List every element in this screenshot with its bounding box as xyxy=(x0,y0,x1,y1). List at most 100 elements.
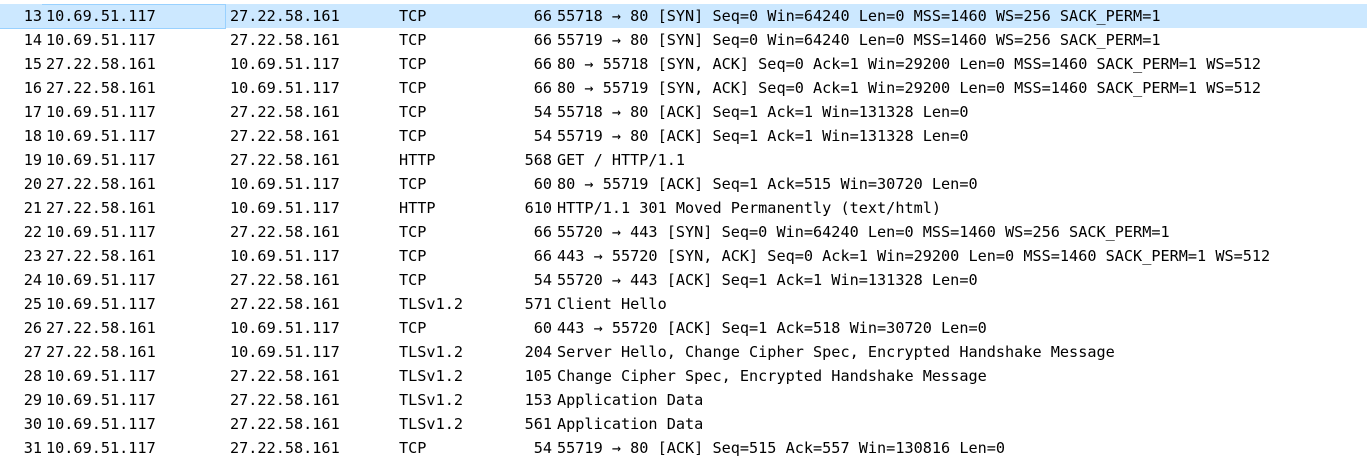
packet-row[interactable]: 28 10.69.51.117 27.22.58.161 TLSv1.2 105 Chan… xyxy=(0,364,1367,388)
packet-destination: 27.22.58.161 xyxy=(230,295,340,313)
packet-info: 80 → 55719 [SYN, ACK] Seq=0 Ack=1 Win=29… xyxy=(557,79,1262,97)
packet-destination: 10.69.51.117 xyxy=(230,319,340,337)
packet-number: 31 xyxy=(23,439,42,457)
packet-info: 55719 → 80 [ACK] Seq=515 Ack=557 Win=130… xyxy=(557,439,1006,457)
packet-source: 10.69.51.117 xyxy=(46,271,156,289)
packet-length: 568 xyxy=(524,151,552,169)
packet-row[interactable]: 29 10.69.51.117 27.22.58.161 TLSv1.2 153 Appl… xyxy=(0,388,1367,412)
packet-row[interactable]: 21 27.22.58.161 10.69.51.117 HTTP 610 HTTP/1.… xyxy=(0,196,1367,220)
packet-length: 60 xyxy=(533,319,552,337)
packet-source: 10.69.51.117 xyxy=(46,223,156,241)
packet-destination: 27.22.58.161 xyxy=(230,127,340,145)
packet-number: 20 xyxy=(23,175,42,193)
packet-protocol: TCP xyxy=(399,175,427,193)
packet-number: 28 xyxy=(23,367,42,385)
packet-info: 55719 → 80 [SYN] Seq=0 Win=64240 Len=0 M… xyxy=(557,31,1161,49)
packet-row[interactable]: 23 27.22.58.161 10.69.51.117 TCP 66 443 → 557… xyxy=(0,244,1367,268)
packet-number: 22 xyxy=(23,223,42,241)
packet-protocol: TCP xyxy=(399,127,427,145)
packet-protocol: TLSv1.2 xyxy=(399,295,464,313)
packet-info: 55719 → 80 [ACK] Seq=1 Ack=1 Win=131328 … xyxy=(557,127,969,145)
packet-list[interactable]: 13 10.69.51.117 27.22.58.161 TCP 66 55718 → 8… xyxy=(0,4,1367,460)
packet-protocol: TLSv1.2 xyxy=(399,343,464,361)
packet-row[interactable]: 25 10.69.51.117 27.22.58.161 TLSv1.2 571 Clie… xyxy=(0,292,1367,316)
packet-length: 66 xyxy=(533,31,552,49)
packet-source: 10.69.51.117 xyxy=(46,7,156,25)
packet-number: 25 xyxy=(23,295,42,313)
packet-length: 153 xyxy=(524,391,552,409)
packet-info: Change Cipher Spec, Encrypted Handshake … xyxy=(557,367,987,385)
packet-source: 10.69.51.117 xyxy=(46,295,156,313)
packet-info: Application Data xyxy=(557,415,704,433)
packet-protocol: TCP xyxy=(399,55,427,73)
packet-length: 66 xyxy=(533,79,552,97)
packet-source: 10.69.51.117 xyxy=(46,391,156,409)
packet-row[interactable]: 20 27.22.58.161 10.69.51.117 TCP 60 80 → 5571… xyxy=(0,172,1367,196)
packet-source: 27.22.58.161 xyxy=(46,79,156,97)
packet-destination: 27.22.58.161 xyxy=(230,415,340,433)
packet-number: 24 xyxy=(23,271,42,289)
packet-protocol: TCP xyxy=(399,31,427,49)
packet-row[interactable]: 17 10.69.51.117 27.22.58.161 TCP 54 55718 → 8… xyxy=(0,100,1367,124)
packet-length: 66 xyxy=(533,247,552,265)
packet-source: 10.69.51.117 xyxy=(46,103,156,121)
packet-row[interactable]: 30 10.69.51.117 27.22.58.161 TLSv1.2 561 Appl… xyxy=(0,412,1367,436)
packet-protocol: TCP xyxy=(399,223,427,241)
packet-length: 561 xyxy=(524,415,552,433)
packet-row[interactable]: 31 10.69.51.117 27.22.58.161 TCP 54 55719 → 8… xyxy=(0,436,1367,460)
packet-destination: 27.22.58.161 xyxy=(230,223,340,241)
packet-destination: 10.69.51.117 xyxy=(230,343,340,361)
packet-row[interactable]: 27 27.22.58.161 10.69.51.117 TLSv1.2 204 Serv… xyxy=(0,340,1367,364)
packet-row[interactable]: 16 27.22.58.161 10.69.51.117 TCP 66 80 → 5571… xyxy=(0,76,1367,100)
packet-protocol: TCP xyxy=(399,7,427,25)
packet-protocol: TCP xyxy=(399,271,427,289)
packet-info: 80 → 55718 [SYN, ACK] Seq=0 Ack=1 Win=29… xyxy=(557,55,1262,73)
packet-row[interactable]: 18 10.69.51.117 27.22.58.161 TCP 54 55719 → 8… xyxy=(0,124,1367,148)
packet-destination: 10.69.51.117 xyxy=(230,79,340,97)
packet-protocol: TCP xyxy=(399,79,427,97)
packet-destination: 10.69.51.117 xyxy=(230,55,340,73)
packet-row[interactable]: 14 10.69.51.117 27.22.58.161 TCP 66 55719 → 8… xyxy=(0,28,1367,52)
packet-info: 55720 → 443 [SYN] Seq=0 Win=64240 Len=0 … xyxy=(557,223,1170,241)
packet-number: 17 xyxy=(23,103,42,121)
packet-source: 10.69.51.117 xyxy=(46,439,156,457)
packet-source: 10.69.51.117 xyxy=(46,151,156,169)
packet-source: 27.22.58.161 xyxy=(46,175,156,193)
packet-protocol: TCP xyxy=(399,439,427,457)
packet-destination: 10.69.51.117 xyxy=(230,175,340,193)
packet-destination: 10.69.51.117 xyxy=(230,199,340,217)
packet-row[interactable]: 22 10.69.51.117 27.22.58.161 TCP 66 55720 → 4… xyxy=(0,220,1367,244)
packet-length: 54 xyxy=(533,439,552,457)
packet-number: 16 xyxy=(23,79,42,97)
packet-row[interactable]: 19 10.69.51.117 27.22.58.161 HTTP 568 GET / H… xyxy=(0,148,1367,172)
packet-length: 105 xyxy=(524,367,552,385)
packet-destination: 27.22.58.161 xyxy=(230,439,340,457)
packet-destination: 10.69.51.117 xyxy=(230,247,340,265)
packet-number: 15 xyxy=(23,55,42,73)
packet-length: 54 xyxy=(533,127,552,145)
packet-info: GET / HTTP/1.1 xyxy=(557,151,686,169)
packet-row[interactable]: 26 27.22.58.161 10.69.51.117 TCP 60 443 → 557… xyxy=(0,316,1367,340)
packet-length: 54 xyxy=(533,271,552,289)
packet-destination: 27.22.58.161 xyxy=(230,31,340,49)
packet-length: 60 xyxy=(533,175,552,193)
packet-source: 10.69.51.117 xyxy=(46,367,156,385)
packet-source: 27.22.58.161 xyxy=(46,319,156,337)
packet-number: 23 xyxy=(23,247,42,265)
packet-info: 55718 → 80 [ACK] Seq=1 Ack=1 Win=131328 … xyxy=(557,103,969,121)
packet-protocol: TCP xyxy=(399,103,427,121)
packet-row[interactable]: 15 27.22.58.161 10.69.51.117 TCP 66 80 → 5571… xyxy=(0,52,1367,76)
packet-number: 13 xyxy=(0,4,42,28)
packet-row-selected[interactable]: 13 10.69.51.117 27.22.58.161 TCP 66 55718 → 8… xyxy=(0,4,1367,29)
packet-number: 21 xyxy=(23,199,42,217)
packet-destination: 27.22.58.161 xyxy=(230,103,340,121)
packet-row[interactable]: 24 10.69.51.117 27.22.58.161 TCP 54 55720 → 4… xyxy=(0,268,1367,292)
packet-length: 54 xyxy=(533,103,552,121)
packet-number: 19 xyxy=(23,151,42,169)
packet-destination: 27.22.58.161 xyxy=(230,271,340,289)
packet-source: 27.22.58.161 xyxy=(46,199,156,217)
packet-source: 27.22.58.161 xyxy=(46,343,156,361)
packet-protocol: TCP xyxy=(399,247,427,265)
packet-length: 204 xyxy=(524,343,552,361)
packet-info: HTTP/1.1 301 Moved Permanently (text/htm… xyxy=(557,199,942,217)
